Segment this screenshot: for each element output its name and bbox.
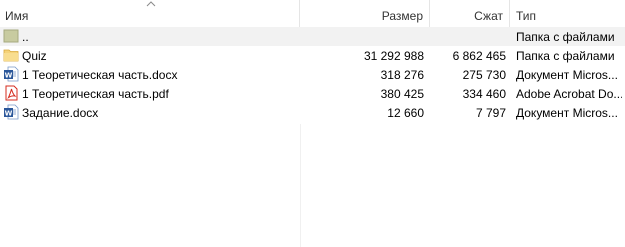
row-size: 12 660	[387, 106, 424, 120]
row-packed: 275 730	[462, 68, 506, 82]
row-type: Папка с файлами	[516, 49, 615, 63]
sort-ascending-icon	[146, 1, 156, 7]
row-size: 31 292 988	[363, 49, 424, 63]
pdf-document-icon	[5, 85, 18, 101]
column-header-packed[interactable]: Сжат	[430, 0, 510, 27]
table-row-folder-quiz[interactable]: Quiz 31 292 988 6 862 465 Папка с файлам…	[0, 46, 625, 65]
table-row-docx-task[interactable]: W Задание.docx 12 660 7 797 Документ Mic…	[0, 103, 625, 122]
row-size: 318 276	[380, 68, 424, 82]
row-name: ..	[22, 30, 29, 44]
column-divider	[300, 124, 301, 247]
empty-list-area-right[interactable]	[300, 124, 625, 247]
folder-icon	[3, 49, 19, 62]
row-type: Adobe Acrobat Do...	[516, 87, 622, 101]
row-name: 1 Теоретическая часть.docx	[22, 68, 178, 82]
column-header-bar: Имя Размер Сжат Тип	[0, 0, 625, 28]
row-packed: 334 460	[462, 87, 506, 101]
row-packed: 6 862 465	[452, 49, 506, 63]
table-row-pdf-theory[interactable]: 1 Теоретическая часть.pdf 380 425 334 46…	[0, 84, 625, 103]
svg-text:W: W	[5, 109, 13, 117]
row-type: Документ Micros...	[516, 68, 618, 82]
column-header-packed-label: Сжат	[474, 9, 503, 23]
empty-list-area[interactable]	[0, 124, 300, 247]
table-row-docx-theory[interactable]: W 1 Теоретическая часть.docx 318 276 275…	[0, 65, 625, 84]
row-name: Quiz	[22, 49, 47, 63]
word-document-icon: W	[4, 66, 19, 82]
column-header-type-label: Тип	[516, 9, 537, 23]
row-name: Задание.docx	[22, 106, 99, 120]
svg-text:W: W	[5, 71, 13, 79]
row-size: 380 425	[380, 87, 424, 101]
row-type: Документ Micros...	[516, 106, 618, 120]
column-header-type[interactable]: Тип	[510, 0, 625, 27]
row-name: 1 Теоретическая часть.pdf	[22, 87, 169, 101]
row-packed: 7 797	[475, 106, 506, 120]
column-header-name-label: Имя	[5, 9, 29, 23]
column-header-name[interactable]: Имя	[0, 0, 300, 27]
word-document-icon: W	[4, 104, 19, 120]
table-row-parent-folder[interactable]: .. Папка с файлами	[0, 27, 625, 46]
row-type: Папка с файлами	[516, 30, 615, 44]
folder-up-icon	[3, 29, 19, 43]
column-header-size-label: Размер	[381, 9, 423, 23]
archive-file-list: Имя Размер Сжат Тип .. Папка с файлами Q…	[0, 0, 625, 247]
column-header-size[interactable]: Размер	[300, 0, 430, 27]
